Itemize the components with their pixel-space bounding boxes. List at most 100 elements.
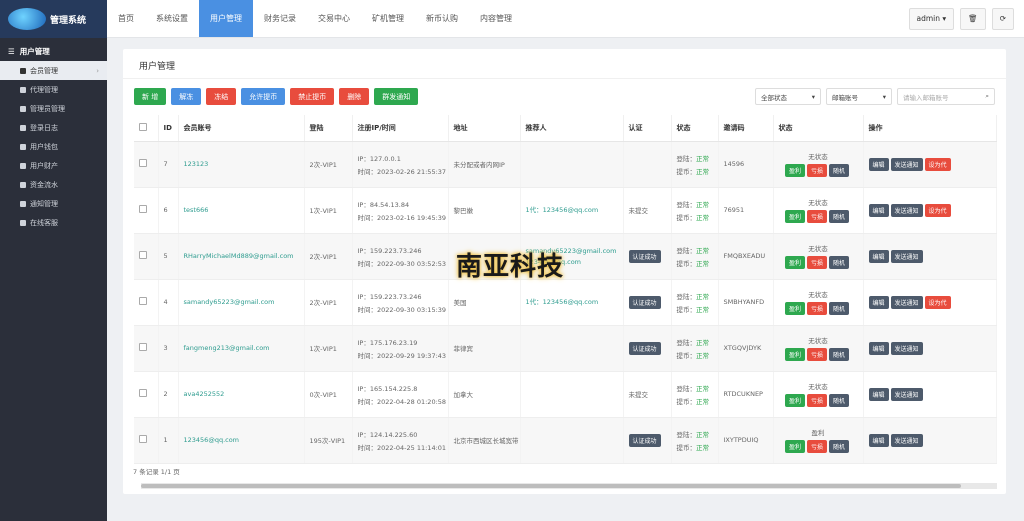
profit-button[interactable]: 盈利 xyxy=(784,440,805,453)
toolbar-button[interactable]: 删除 xyxy=(339,88,370,105)
sidebar-item[interactable]: 代理管理 xyxy=(0,80,107,99)
edit-button[interactable]: 编辑 xyxy=(868,341,889,355)
nav-tab[interactable]: 系统设置 xyxy=(145,0,199,37)
random-button[interactable]: 随机 xyxy=(829,302,850,315)
nav-tab[interactable]: 首页 xyxy=(107,0,145,37)
toolbar-button[interactable]: 允许提币 xyxy=(241,88,286,105)
profit-button[interactable]: 盈利 xyxy=(784,394,805,407)
sidebar-item[interactable]: 在线客服 xyxy=(0,213,107,232)
toolbar-button[interactable]: 解冻 xyxy=(171,88,202,105)
account-link[interactable]: test666 xyxy=(184,206,209,214)
row-checkbox[interactable] xyxy=(139,205,147,213)
random-button[interactable]: 随机 xyxy=(829,210,850,223)
row-checkbox[interactable] xyxy=(139,159,147,167)
refresh-button[interactable]: ⟳ xyxy=(991,7,1014,30)
cell-actions: 编辑 发送通知 xyxy=(863,325,997,372)
sidebar-item[interactable]: 用户钱包 xyxy=(0,137,107,156)
nav-tab[interactable]: 财务记录 xyxy=(253,0,307,37)
random-button[interactable]: 随机 xyxy=(829,164,850,177)
loss-button[interactable]: 亏损 xyxy=(806,348,827,361)
profit-button[interactable]: 盈利 xyxy=(784,210,805,223)
toolbar-button[interactable]: 禁止提币 xyxy=(290,88,335,105)
loss-button[interactable]: 亏损 xyxy=(806,394,827,407)
cell-auth: 认证成功 xyxy=(623,279,672,326)
nav-tab[interactable]: 交易中心 xyxy=(307,0,361,37)
random-button[interactable]: 随机 xyxy=(829,394,850,407)
send-notify-button[interactable]: 发送通知 xyxy=(890,387,923,401)
loss-button[interactable]: 亏损 xyxy=(806,210,827,223)
sidebar-item[interactable]: 登录日志 xyxy=(0,118,107,137)
send-notify-button[interactable]: 发送通知 xyxy=(890,295,923,309)
edit-button[interactable]: 编辑 xyxy=(868,157,889,171)
auth-badge: 认证成功 xyxy=(628,433,661,447)
column-header: 状态 xyxy=(773,115,864,142)
loss-button[interactable]: 亏损 xyxy=(806,256,827,269)
set-agent-button[interactable]: 设为代 xyxy=(924,157,951,171)
random-button[interactable]: 随机 xyxy=(829,440,850,453)
toolbar-button[interactable]: 群发通知 xyxy=(374,88,419,105)
profit-button[interactable]: 盈利 xyxy=(784,302,805,315)
cell-auth: 认证成功 xyxy=(623,233,672,280)
send-notify-button[interactable]: 发送通知 xyxy=(890,341,923,355)
menu-item-icon xyxy=(20,105,26,112)
edit-button[interactable]: 编辑 xyxy=(868,433,889,447)
menu-section-user[interactable]: ☰ 用户管理 xyxy=(0,38,107,61)
loss-button[interactable]: 亏损 xyxy=(806,164,827,177)
nav-tab[interactable]: 用户管理 xyxy=(199,0,253,37)
sidebar-item[interactable]: 管理员管理 xyxy=(0,99,107,118)
edit-button[interactable]: 编辑 xyxy=(868,249,889,263)
account-link[interactable]: 123123 xyxy=(184,160,209,168)
referrer-link[interactable]: 1代：123456@qq.com xyxy=(526,204,623,214)
send-notify-button[interactable]: 发送通知 xyxy=(890,203,923,217)
send-notify-button[interactable]: 发送通知 xyxy=(890,433,923,447)
loss-button[interactable]: 亏损 xyxy=(806,440,827,453)
search-input[interactable]: 请输入邮箱账号 ⌕ xyxy=(897,88,995,105)
horizontal-scrollbar[interactable] xyxy=(141,483,997,489)
account-link[interactable]: RHarryMichaelMd889@gmail.com xyxy=(184,252,294,260)
sidebar-item[interactable]: 通知管理 xyxy=(0,194,107,213)
row-checkbox[interactable] xyxy=(139,343,147,351)
select-all-checkbox[interactable] xyxy=(139,122,147,131)
cell-id: 2 xyxy=(158,371,179,418)
random-button[interactable]: 随机 xyxy=(829,256,850,269)
search-icon[interactable]: ⌕ xyxy=(985,92,989,101)
row-checkbox[interactable] xyxy=(139,435,147,443)
toolbar-button[interactable]: 冻结 xyxy=(206,88,237,105)
toolbar-button[interactable]: 新 增 xyxy=(134,88,167,105)
edit-button[interactable]: 编辑 xyxy=(868,295,889,309)
edit-button[interactable]: 编辑 xyxy=(868,387,889,401)
user-dropdown[interactable]: admin ▾ xyxy=(908,7,955,30)
account-link[interactable]: ava4252552 xyxy=(184,390,225,398)
menu-item-icon xyxy=(20,143,26,150)
set-agent-button[interactable]: 设为代 xyxy=(924,203,951,217)
trash-button[interactable]: 🗑 xyxy=(960,7,986,30)
nav-tab[interactable]: 矿机管理 xyxy=(361,0,415,37)
row-checkbox[interactable] xyxy=(139,297,147,305)
referrer-link[interactable]: 1代：123456@qq.com xyxy=(526,296,623,306)
profit-button[interactable]: 盈利 xyxy=(784,164,805,177)
scrollbar-thumb[interactable] xyxy=(141,484,961,488)
profit-button[interactable]: 盈利 xyxy=(784,348,805,361)
account-link[interactable]: 123456@qq.com xyxy=(184,436,240,444)
account-link[interactable]: samandy65223@gmail.com xyxy=(184,298,275,306)
loss-button[interactable]: 亏损 xyxy=(806,302,827,315)
nav-tab[interactable]: 内容管理 xyxy=(469,0,523,37)
edit-button[interactable]: 编辑 xyxy=(868,203,889,217)
type-select[interactable]: 邮箱账号 ▾ xyxy=(826,88,892,105)
profit-button[interactable]: 盈利 xyxy=(784,256,805,269)
sidebar-item[interactable]: 资金流水 xyxy=(0,175,107,194)
nav-tab[interactable]: 新币认购 xyxy=(415,0,469,37)
send-notify-button[interactable]: 发送通知 xyxy=(890,249,923,263)
cell-checkbox xyxy=(134,141,159,188)
row-checkbox[interactable] xyxy=(139,389,147,397)
account-link[interactable]: fangmeng213@gmail.com xyxy=(184,344,270,352)
cell-control: 无状态 盈利 亏损 随机 xyxy=(773,233,864,280)
sidebar-item[interactable]: 用户财产 xyxy=(0,156,107,175)
set-agent-button[interactable]: 设为代 xyxy=(924,295,951,309)
sidebar-item[interactable]: 会员管理 › xyxy=(0,61,107,80)
row-checkbox[interactable] xyxy=(139,251,147,259)
random-button[interactable]: 随机 xyxy=(829,348,850,361)
cell-control: 无状态 盈利 亏损 随机 xyxy=(773,371,864,418)
send-notify-button[interactable]: 发送通知 xyxy=(890,157,923,171)
status-select[interactable]: 全部状态 ▾ xyxy=(755,88,821,105)
